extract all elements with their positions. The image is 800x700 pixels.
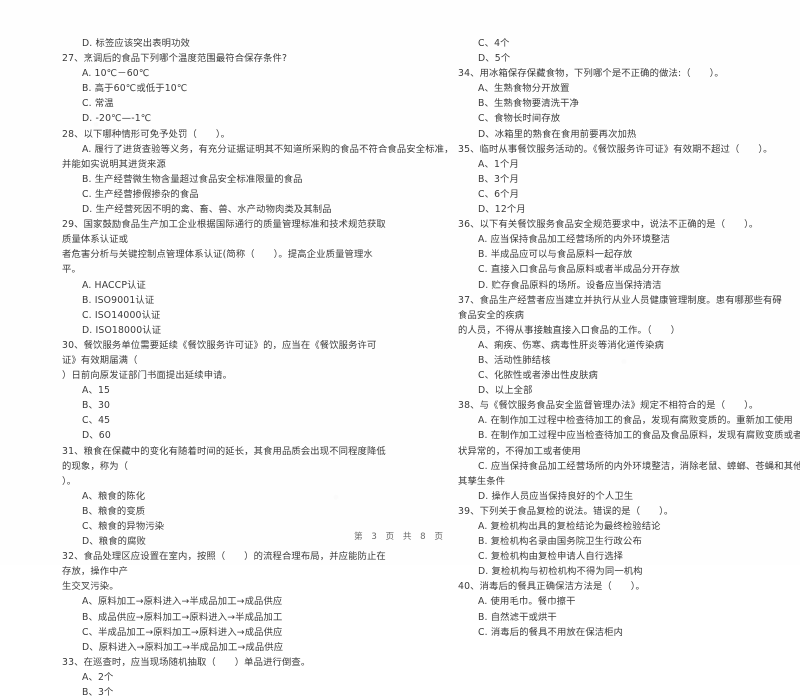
wrapped-text-line: 其孳生条件: [458, 475, 506, 487]
wrapped-text-line: ）。: [62, 475, 77, 487]
wrapped-text-line: 者危害分析与关键控制点管理体系认证(简称（ ）。提高企业质量管理水平。: [62, 249, 373, 276]
page-footer: 第 3 页 共 8 页: [354, 532, 446, 542]
answer-option: C、半成品加工→原料加工→原料进入→成品供应: [82, 626, 283, 638]
question-stem: 31、粮食在保藏中的变化有随着时间的延长，其食用品质会出现不同程度降低的现象，称…: [62, 445, 386, 472]
answer-option: B. ISO9001认证: [82, 294, 155, 306]
wrapped-text-line: 状异常的，不得加工或者使用: [458, 445, 581, 457]
answer-option: B、生熟食物要清洗干净: [478, 98, 579, 110]
answer-option: B、成品供应→原料加工→原料进入→半成品加工: [82, 611, 283, 623]
question-stem: 36、以下有关餐饮服务食品安全规范要求中，说法不正确的是（ ）。: [458, 219, 759, 231]
answer-option: B、3个: [82, 687, 114, 699]
wrapped-text-line: 的人员，不得从事接触直接入口食品的工作。（ ）: [458, 324, 681, 336]
answer-option: D. ISO18000认证: [82, 324, 162, 336]
question-stem: 30、餐饮服务单位需要延续《餐饮服务许可证》的，应当在《餐饮服务许可证》有效期届…: [62, 339, 377, 366]
question-stem: 39、下列关于食品复检的说法。错误的是（ ）。: [458, 505, 674, 517]
question-stem: 34、用冰箱保存保藏食物，下列哪个是不正确的做法:（ ）。: [458, 68, 724, 80]
answer-option: B、3个月: [478, 173, 519, 185]
answer-option: B. 半成品应可以与食品原料一起存放: [478, 249, 633, 261]
answer-option: A. HACCP认证: [82, 279, 146, 291]
answer-option: B. 自然滤干或烘干: [478, 611, 557, 623]
answer-option: D、12个月: [478, 204, 526, 216]
answer-option: A、1个月: [478, 158, 519, 170]
wrapped-text-line: 并能如实说明其进货来源: [62, 158, 166, 170]
answer-option: A. 在制作加工过程中检查待加工的食品，发现有腐败变质的。重新加工使用: [478, 415, 793, 427]
answer-option: C. 应当保持食品加工经营场所的内外环境整洁，消除老鼠、蟑螂、苍蝇和其他有害昆虫…: [478, 460, 800, 472]
answer-option: A、原料加工→原料进入→半成品加工→成品供应: [82, 596, 283, 608]
exam-page: D. 标签应该突出表明功效 27、烹调后的食品下列哪个温度范围最符合保存条件? A.…: [0, 0, 800, 698]
question-stem: 32、食品处理区应设置在室内，按照（ ）的流程合理布局，并应能防止在存放，操作中…: [62, 551, 386, 578]
answer-option: D. -20℃—-1℃: [82, 113, 152, 125]
question-stem: 27、烹调后的食品下列哪个温度范围最符合保存条件?: [62, 53, 288, 65]
answer-option: D. 操作人员应当保持良好的个人卫生: [478, 490, 634, 502]
answer-option: D. 标签应该突出表明功效: [82, 38, 190, 49]
answer-option: C、45: [82, 415, 111, 427]
answer-option: B、活动性肺结核: [478, 354, 551, 366]
answer-option: A、粮食的陈化: [82, 490, 146, 502]
answer-option: D、60: [82, 430, 111, 442]
answer-option: C、4个: [478, 38, 510, 49]
answer-option: D. 复检机构与初检机构不得为同一机构: [478, 566, 643, 578]
answer-option: C. 直接入口食品与食品原料或者半成品分开存放: [478, 264, 680, 276]
answer-option: D、5个: [478, 53, 511, 65]
answer-option: D. 贮存食品原料的场所。设备应当保持清洁: [478, 279, 662, 291]
answer-option: C. 生产经营掺假掺杂的食品: [82, 188, 199, 200]
right-column: C、4个 D、5个 34、用冰箱保存保藏食物，下列哪个是不正确的做法:（ ）。 A、生…: [400, 36, 800, 700]
question-stem: 37、食品生产经营者应当建立并执行从业人员健康管理制度。患有哪那些有碍食品安全的…: [458, 294, 782, 321]
answer-option: B、粮食的变质: [82, 505, 146, 517]
answer-option: B、30: [82, 400, 111, 412]
question-stem: 38、与《餐饮服务食品安全监督管理办法》规定不相符合的是（ ）。: [458, 400, 759, 412]
answer-option: A. 10℃－60℃: [82, 68, 150, 80]
left-column: D. 标签应该突出表明功效 27、烹调后的食品下列哪个温度范围最符合保存条件? A.…: [0, 36, 454, 700]
answer-option: B. 生产经营微生物含量超过食品安全标准限量的食品: [82, 173, 303, 185]
answer-option: C. 复检机构由复检申请人自行选择: [478, 551, 624, 563]
two-column-body: D. 标签应该突出表明功效 27、烹调后的食品下列哪个温度范围最符合保存条件? A.…: [0, 36, 800, 700]
answer-option: B. 在制作加工过程中应当检查待加工的食品及食品原料，发现有腐败变质或者其他感官…: [478, 430, 800, 442]
answer-option: C. 常温: [82, 98, 114, 110]
answer-option: C、食物长时间存放: [478, 113, 561, 125]
answer-option: A、生熟食物分开放置: [478, 83, 570, 95]
answer-option: D. 生产经营死因不明的禽、畜、兽、水产动物肉类及其制品: [82, 204, 332, 216]
question-stem: 40、消毒后的餐具正确保洁方法是（ ）。: [458, 581, 645, 593]
answer-option: A. 使用毛巾。餐巾擦干: [478, 596, 576, 608]
answer-option: C、6个月: [478, 188, 520, 200]
question-stem: 35、临时从事餐饮服务活动的。《餐饮服务许可证》有效期不超过（ ）。: [458, 143, 773, 155]
answer-option: C. 消毒后的餐具不用放在保洁柜内: [478, 626, 624, 638]
answer-option: A. 履行了进货查验等义务，有充分证据证明其不知道所采购的食品不符合食品安全标准…: [82, 143, 454, 155]
question-stem: 28、以下哪种情形可免予处罚（ ）。: [62, 128, 231, 140]
question-stem: 33、在巡查时，应当现场随机抽取（ ）单品进行倒查。: [62, 656, 311, 668]
answer-option: D、以上全部: [478, 385, 533, 397]
answer-option: C. ISO14000认证: [82, 309, 161, 321]
wrapped-text-line: ）日前向原发证部门书面提出延续申请。: [62, 370, 233, 382]
answer-option: A、15: [82, 385, 111, 397]
question-stem: 29、国家鼓励食品生产加工企业根据国际通行的质量管理标准和技术规范获取质量体系认…: [62, 219, 386, 246]
answer-option: A、痢疾、伤寒、病毒性肝炎等消化道传染病: [478, 339, 665, 351]
answer-option: D、原料进入→原料加工→半成品加工→成品供应: [82, 641, 284, 653]
answer-option: D、冰箱里的熟食在食用前要再次加热: [478, 128, 637, 140]
answer-option: A. 应当保持食品加工经营场所的内外环境整洁: [478, 234, 671, 246]
answer-option: A、2个: [82, 671, 114, 683]
answer-option: B. 高于60℃或低于10℃: [82, 83, 188, 95]
answer-option: C、化脓性或者渗出性皮肤病: [478, 370, 599, 382]
wrapped-text-line: 生交叉污染。: [62, 581, 119, 593]
